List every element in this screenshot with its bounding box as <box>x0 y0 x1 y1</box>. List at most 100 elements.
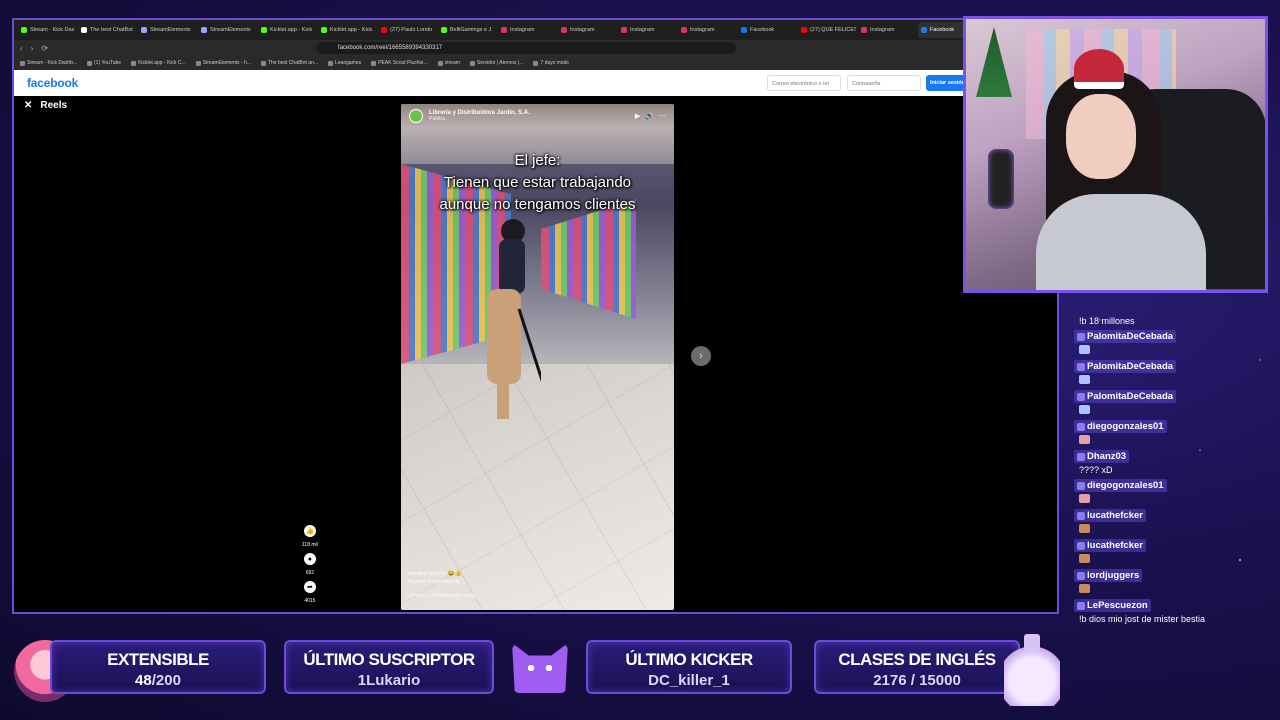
page-avatar[interactable] <box>409 109 423 123</box>
chat-message: !b 18 millones <box>1074 316 1274 326</box>
next-reel-button[interactable]: › <box>691 346 711 366</box>
more-icon[interactable]: ⋯ <box>659 112 666 120</box>
password-field[interactable]: Contraseña <box>847 75 921 91</box>
reel-video[interactable]: Librería y Distribuidora Jardín, S.A. Pú… <box>401 104 674 610</box>
badge-icon <box>1077 452 1085 461</box>
badge-icon <box>1077 362 1085 371</box>
like-icon[interactable]: 👍 <box>303 525 316 537</box>
bookmark-item[interactable]: StreamElements - h... <box>195 60 251 66</box>
browser-tab[interactable]: (27) QUE FELICES <box>798 22 856 38</box>
webcam-feed <box>963 16 1268 293</box>
chat-username[interactable]: PalomitaDeCebada <box>1074 330 1177 343</box>
chat-username[interactable]: PalomitaDeCebada <box>1074 390 1177 403</box>
bookmark-item[interactable]: Leaogames <box>327 60 362 66</box>
emote-icon <box>1079 345 1090 354</box>
chat-message: diegogonzales01 <box>1074 479 1274 505</box>
browser-window: Stream - Kick Das The best ChatBot StreamE… <box>12 18 1059 614</box>
volume-icon[interactable]: 🔊 <box>645 112 654 120</box>
browser-tab[interactable]: (27) Paulo Londo <box>378 22 436 38</box>
url-field[interactable]: facebook.com/reel/1665589394330317 <box>316 42 737 54</box>
bookmark-label: PEAK Scout Plushie... <box>378 60 428 66</box>
chat-username[interactable]: diegogonzales01 <box>1074 420 1167 433</box>
comment-icon[interactable]: ● <box>303 553 316 565</box>
bookmark-item[interactable]: 7 days mods <box>533 60 569 66</box>
chat-username[interactable]: lucathefcker <box>1074 539 1146 552</box>
ultimo-suscriptor-value: 1Lukario <box>357 672 421 689</box>
chat-username[interactable]: lordjuggers <box>1074 569 1143 582</box>
bookmark-label: Stream - Kick Dashb... <box>27 60 78 66</box>
browser-tab[interactable]: Instagram <box>618 22 676 38</box>
close-icon[interactable]: ✕ <box>24 100 32 111</box>
chat-text <box>1079 435 1274 446</box>
tab-label: Instagram <box>630 27 655 33</box>
browser-tab[interactable]: BelliGamings e J <box>438 22 496 38</box>
chat-username[interactable]: lucathefcker <box>1074 509 1146 522</box>
clases-title: CLASES DE INGLÉS <box>838 650 996 669</box>
emote-icon <box>1079 584 1090 593</box>
browser-tab[interactable]: StreamElements <box>138 22 196 38</box>
chat-message: lucathefcker <box>1074 509 1274 535</box>
browser-tab[interactable]: StreamElements <box>198 22 256 38</box>
bookmark-item[interactable]: stream <box>437 60 460 66</box>
emote-icon <box>1079 524 1090 533</box>
bookmark-item[interactable]: Stream - Kick Dashb... <box>20 60 77 66</box>
username-text: lucathefcker <box>1087 510 1143 521</box>
back-icon[interactable]: ‹ <box>20 44 23 53</box>
tab-label: Stream - Kick Das <box>30 27 75 33</box>
bookmark-item[interactable]: PEAK Scout Plushie... <box>371 60 428 66</box>
chat-username[interactable]: Dhanz03 <box>1074 450 1130 463</box>
bookmark-icon <box>437 60 443 66</box>
facebook-logo[interactable]: facebook <box>27 76 78 90</box>
chat-username[interactable]: diegogonzales01 <box>1074 479 1167 492</box>
tab-favicon-icon <box>201 27 207 33</box>
username-text: LePescuezon <box>1087 600 1148 611</box>
email-field[interactable]: Correo electrónico o tel <box>767 75 841 91</box>
browser-tab[interactable]: Facebook <box>738 22 796 38</box>
bookmark-label: Leaogames <box>334 60 362 66</box>
chat-username[interactable]: LePescuezon <box>1074 599 1151 612</box>
tab-favicon-icon <box>861 27 867 33</box>
browser-tab[interactable]: Kicklet.app - Kick <box>258 22 316 38</box>
browser-tab[interactable]: Instagram <box>858 22 916 38</box>
reel-actions: 👍 118 mil ● 692 ➦ 4015 <box>302 525 318 604</box>
chat-message: PalomitaDeCebada <box>1074 360 1274 386</box>
potion-icon <box>1004 632 1060 706</box>
badge-icon <box>1077 422 1085 431</box>
browser-tab[interactable]: Instagram <box>558 22 616 38</box>
bookmark-item[interactable]: (1) YouTube <box>87 60 121 66</box>
tab-label: (27) QUE FELICES <box>810 27 856 33</box>
play-icon[interactable]: ▶ <box>635 112 640 120</box>
tab-label: Instagram <box>510 27 535 33</box>
description-text: Siempre activos 😂👍 <box>407 571 462 577</box>
chat-message: PalomitaDeCebada <box>1074 390 1274 416</box>
tab-label: Kicklet.app - Kick <box>270 27 313 33</box>
browser-tab[interactable]: Stream - Kick Das <box>18 22 76 38</box>
bookmark-item[interactable]: The best ChatBot an... <box>260 60 318 66</box>
author-footer[interactable]: Librería y Distribuidora Jard <box>407 592 475 600</box>
tab-favicon-icon <box>621 27 627 33</box>
browser-tab[interactable]: Kicklet.app - Kick <box>318 22 376 38</box>
badge-icon <box>1077 511 1085 520</box>
forward-icon[interactable]: › <box>31 44 34 53</box>
tab-label: Instagram <box>690 27 715 33</box>
chat-message: lordjuggers <box>1074 569 1274 595</box>
page-name[interactable]: Librería y Distribuidora Jardín, S.A. <box>429 110 530 117</box>
bookmark-label: Kicklet.app - Kick C... <box>138 60 186 66</box>
emote-icon <box>1079 435 1090 444</box>
tab-favicon-icon <box>81 27 87 33</box>
bookmark-label: (1) YouTube <box>94 60 122 66</box>
browser-tab[interactable]: The best ChatBot <box>78 22 136 38</box>
browser-tab[interactable]: Instagram <box>678 22 736 38</box>
browser-tab[interactable]: Instagram <box>498 22 556 38</box>
chat-text <box>1079 375 1274 386</box>
chat-text: !b dios mio jost de mister bestia <box>1079 614 1206 624</box>
bookmark-item[interactable]: Kicklet.app - Kick C... <box>131 60 186 66</box>
share-icon[interactable]: ➦ <box>303 581 316 593</box>
bookmark-item[interactable]: Servidor | Aternos |... <box>469 60 523 66</box>
hashtags[interactable]: #humor #comedia #fy <box>407 578 475 586</box>
tab-favicon-icon <box>741 27 747 33</box>
tab-label: Facebook <box>750 27 775 33</box>
chat-username[interactable]: PalomitaDeCebada <box>1074 360 1177 373</box>
username-text: lordjuggers <box>1087 570 1140 581</box>
reload-icon[interactable]: ⟳ <box>41 44 48 53</box>
